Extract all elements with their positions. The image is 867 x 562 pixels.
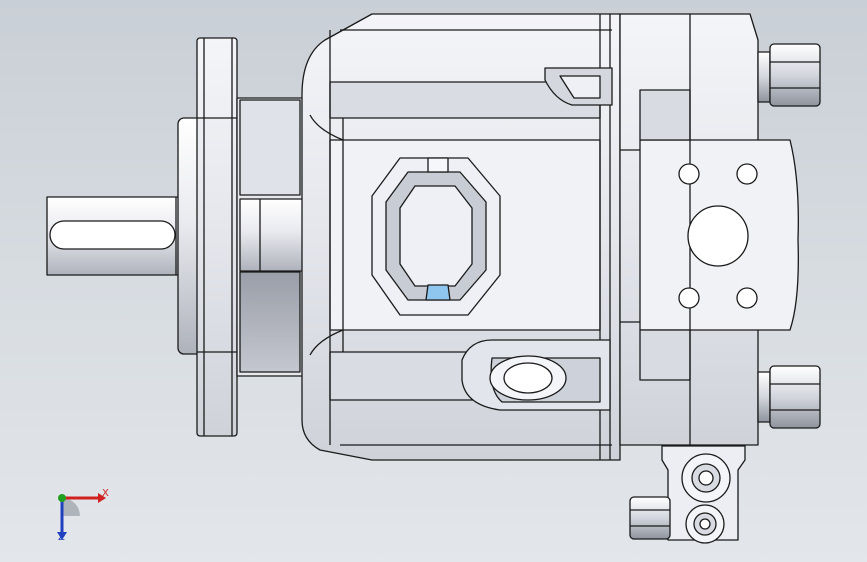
outlet-bolt-hole	[678, 287, 700, 309]
coordinate-triad: X Z	[40, 478, 120, 548]
inlet-port[interactable]	[371, 157, 501, 316]
cad-viewport[interactable]: X Z	[0, 0, 867, 562]
mounting-flange[interactable]	[177, 37, 238, 437]
x-axis-label: X	[102, 488, 109, 499]
lower-boss-slot[interactable]	[461, 339, 611, 411]
relief-valve[interactable]	[629, 445, 746, 544]
bottom-bolt[interactable]	[757, 365, 821, 429]
outlet-bolt-hole	[736, 163, 758, 185]
z-axis-label: Z	[58, 532, 65, 543]
outlet-bolt-hole	[736, 287, 758, 309]
top-bolt[interactable]	[757, 43, 821, 107]
outlet-bolt-hole	[678, 163, 700, 185]
pump-model[interactable]	[0, 0, 867, 562]
drive-shaft[interactable]	[46, 196, 183, 276]
